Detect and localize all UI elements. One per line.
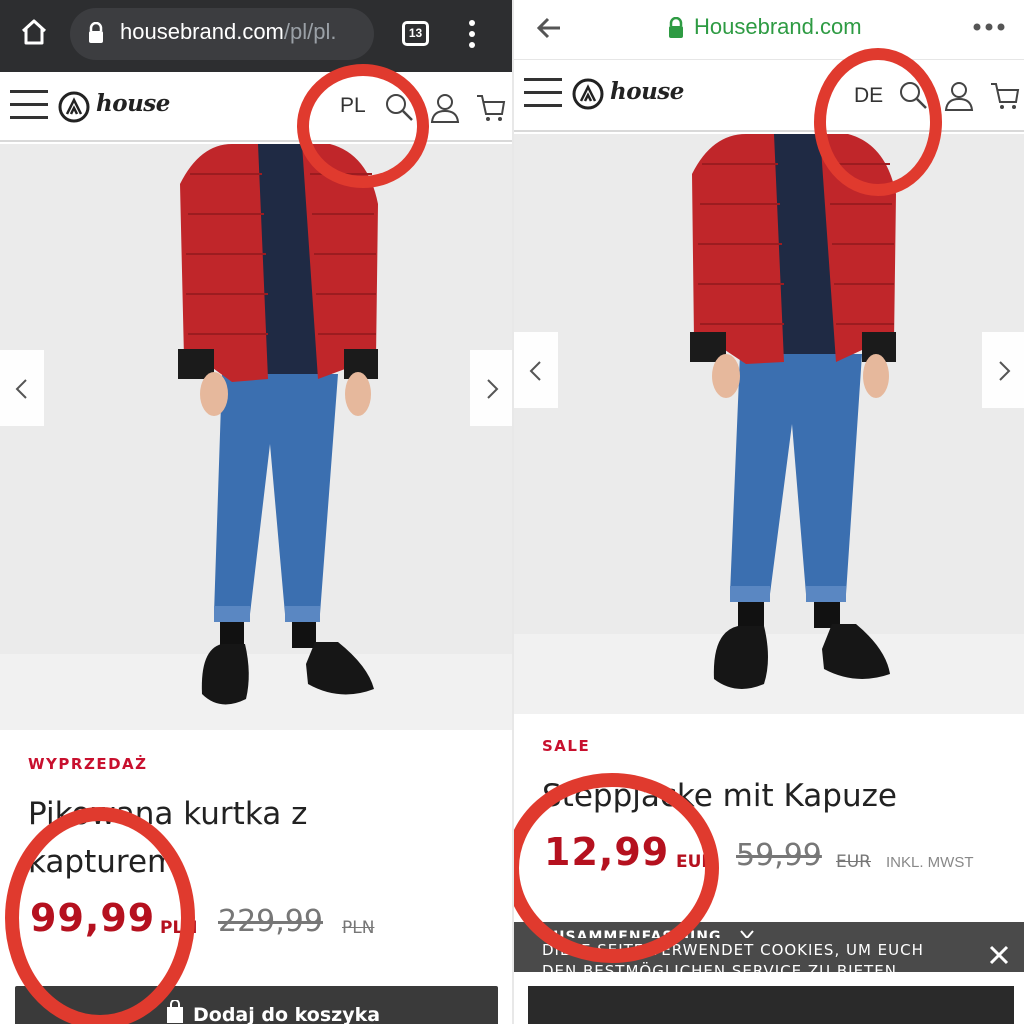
search-icon[interactable]	[384, 92, 416, 124]
page-host-title: Housebrand.com	[694, 14, 862, 39]
url-host: housebrand.com	[120, 19, 284, 44]
previous-image-button[interactable]	[514, 332, 558, 408]
country-selector[interactable]: PL	[340, 94, 366, 118]
original-price: 59,99	[736, 838, 822, 873]
user-icon[interactable]	[430, 92, 460, 124]
brand-logo-text[interactable]: house	[96, 90, 170, 117]
add-to-cart-button[interactable]	[528, 986, 1014, 1024]
next-image-button[interactable]	[470, 350, 512, 426]
chevron-left-icon	[15, 379, 27, 399]
tab-switcher-button[interactable]: 13	[402, 21, 429, 46]
country-selector[interactable]: DE	[854, 84, 883, 108]
add-to-cart-label: Dodaj do koszyka	[193, 1004, 381, 1024]
lock-icon	[89, 22, 103, 43]
original-price-currency: PLN	[342, 918, 375, 938]
chevron-right-icon	[487, 379, 499, 399]
brand-logo-text[interactable]: house	[610, 78, 684, 105]
previous-image-button[interactable]	[0, 350, 44, 426]
browser-toolbar: housebrand.com/pl/pl. 13	[0, 0, 512, 72]
next-image-button[interactable]	[982, 332, 1024, 408]
more-icon[interactable]	[972, 22, 1006, 32]
more-icon[interactable]	[464, 18, 480, 50]
sale-label: WYPRZEDAŻ	[28, 755, 148, 773]
add-to-cart-button[interactable]: Dodaj do koszyka	[15, 986, 498, 1024]
product-image[interactable]	[514, 134, 1024, 714]
cookie-banner: DIESE SEITE VERWENDET COOKIES, UM EUCH D…	[514, 938, 1024, 972]
product-title: Steppjacke mit Kapuze	[542, 778, 897, 814]
url-text[interactable]: housebrand.com/pl/pl.	[120, 19, 336, 45]
house-logo-icon[interactable]	[58, 91, 90, 123]
right-screenshot: Housebrand.com house DE SALE Steppjacke …	[512, 0, 1024, 1024]
sale-price: 12,99	[544, 830, 670, 874]
home-icon[interactable]	[20, 18, 48, 46]
product-title-line-1: Pikowana kurtka z	[28, 796, 308, 832]
sale-price-currency: PLN	[160, 918, 198, 938]
cart-icon[interactable]	[476, 92, 506, 124]
lock-icon	[669, 17, 683, 38]
product-title-line-2: kapturem	[28, 844, 178, 880]
chevron-right-icon	[999, 361, 1011, 381]
sale-label: SALE	[542, 737, 591, 755]
cart-icon[interactable]	[990, 80, 1020, 112]
user-icon[interactable]	[944, 80, 974, 112]
custom-tab-toolbar: Housebrand.com	[514, 0, 1024, 60]
close-icon[interactable]	[988, 944, 1010, 966]
menu-icon[interactable]	[524, 76, 562, 110]
original-price: 229,99	[218, 904, 323, 939]
product-image[interactable]	[0, 144, 512, 730]
shopping-bag-icon	[167, 1000, 183, 1023]
url-path: /pl/pl.	[283, 19, 337, 44]
sale-price: 99,99	[30, 896, 156, 940]
original-price-currency: EUR	[836, 852, 871, 872]
left-screenshot: housebrand.com/pl/pl. 13 house PL WYPRZE…	[0, 0, 512, 1024]
house-logo-icon[interactable]	[572, 78, 604, 110]
model-photo	[0, 144, 512, 730]
chevron-left-icon	[529, 361, 541, 381]
search-icon[interactable]	[898, 80, 930, 112]
site-header: house DE	[514, 60, 1024, 132]
cookie-text: DIESE SEITE VERWENDET COOKIES, UM EUCH D…	[542, 941, 924, 972]
site-header: house PL	[0, 72, 512, 142]
back-arrow-icon[interactable]	[536, 16, 562, 40]
menu-icon[interactable]	[10, 88, 48, 122]
sale-price-currency: EUR	[676, 852, 715, 872]
model-photo	[514, 134, 1024, 714]
vat-note: INKL. MWST	[886, 854, 974, 871]
